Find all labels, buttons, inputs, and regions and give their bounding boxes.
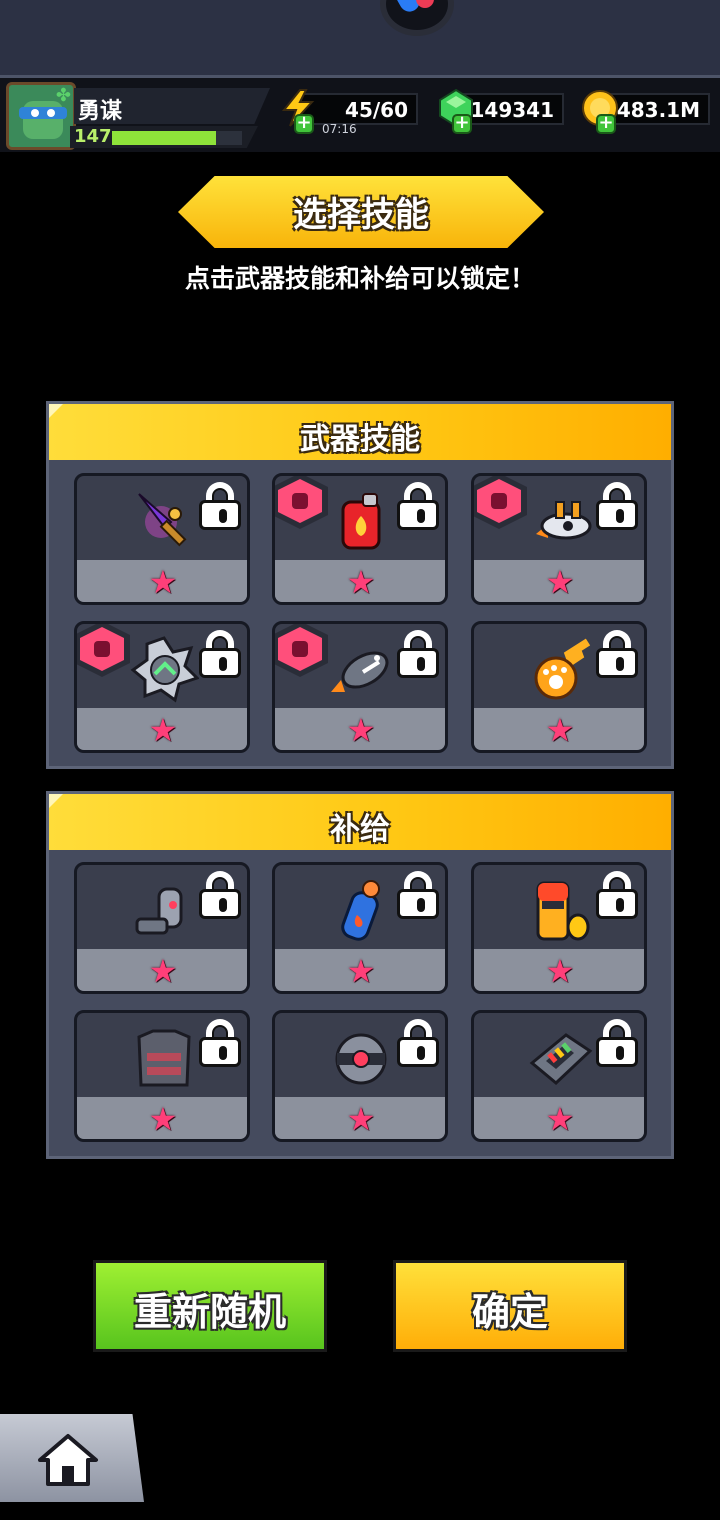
player-level: 147	[74, 126, 112, 147]
coin-value: 483.1M	[616, 98, 700, 122]
upgrade-badge-icon	[275, 624, 328, 677]
reroll-button[interactable]: 重新随机	[93, 1260, 327, 1352]
supplies-panel: 补给 ★ ★ ★ ★ ★ ★	[46, 791, 674, 1159]
upgrade-badge-icon	[275, 476, 328, 529]
supply-card[interactable]: ★	[272, 862, 448, 994]
star-icon: ★	[545, 952, 575, 990]
lock-hint-text: 点击武器技能和补给可以锁定！	[184, 264, 535, 293]
skill-card[interactable]: ★	[471, 621, 647, 753]
add-coins-button[interactable]: +	[596, 114, 616, 134]
clover-icon: ✤	[55, 85, 71, 106]
home-icon	[38, 1434, 98, 1486]
lock-icon[interactable]	[594, 871, 640, 919]
skill-card[interactable]: ★	[272, 473, 448, 605]
gem-value: 149341	[470, 98, 555, 122]
energy-cell-icon	[529, 1033, 593, 1086]
lock-icon[interactable]	[594, 482, 640, 530]
reroll-label: 重新随机	[133, 1290, 286, 1334]
energy-value: 45/60	[345, 98, 408, 122]
star-icon: ★	[346, 1100, 376, 1138]
page-title: 选择技能	[293, 195, 429, 235]
skill-card[interactable]: ★	[74, 621, 250, 753]
star-icon: ★	[346, 952, 376, 990]
drone-icon	[536, 501, 592, 540]
confirm-label: 确定	[471, 1290, 548, 1334]
lock-icon[interactable]	[197, 871, 243, 919]
star-icon: ★	[148, 1100, 178, 1138]
armor-vest-icon	[137, 1029, 191, 1087]
player-name: 勇谋	[78, 99, 123, 124]
add-gems-button[interactable]: +	[452, 114, 472, 134]
weapon-skills-header: 武器技能	[49, 404, 671, 460]
supplies-header: 补给	[49, 794, 671, 850]
supply-card[interactable]: ★	[272, 1010, 448, 1142]
star-icon: ★	[148, 711, 178, 749]
star-icon: ★	[545, 563, 575, 601]
lock-icon[interactable]	[594, 1019, 640, 1067]
lock-icon[interactable]	[395, 871, 441, 919]
supply-card[interactable]: ★	[471, 1010, 647, 1142]
lock-icon[interactable]	[395, 1019, 441, 1067]
lock-icon[interactable]	[197, 630, 243, 678]
spiked-orb-icon	[130, 636, 199, 703]
red-fuel-can-icon	[341, 493, 381, 550]
lock-icon[interactable]	[197, 1019, 243, 1067]
battery-icon	[536, 881, 590, 941]
star-icon: ★	[148, 952, 178, 990]
lock-icon[interactable]	[395, 482, 441, 530]
skill-card[interactable]: ★	[471, 473, 647, 605]
top-status-bar	[0, 0, 720, 78]
supply-card[interactable]: ★	[74, 862, 250, 994]
weapon-skills-panel: 武器技能 ★ ★ ★ ★ ★ ★	[46, 401, 674, 769]
upgrade-badge-icon	[77, 624, 130, 677]
skill-card[interactable]: ★	[74, 473, 250, 605]
confirm-button[interactable]: 确定	[393, 1260, 627, 1352]
xp-bar-fill	[112, 131, 216, 145]
star-icon: ★	[545, 711, 575, 749]
spiked-ring-icon	[335, 1033, 387, 1085]
purple-blade-icon	[138, 493, 187, 547]
supply-card[interactable]: ★	[74, 1010, 250, 1142]
weapon-skills-title: 武器技能	[300, 422, 420, 457]
star-icon: ★	[545, 1100, 575, 1138]
xp-bar	[112, 131, 242, 145]
avatar[interactable]: ✤	[6, 82, 76, 150]
blue-flask-icon	[341, 880, 380, 941]
star-icon: ★	[346, 563, 376, 601]
skill-card[interactable]: ★	[272, 621, 448, 753]
lock-icon[interactable]	[395, 630, 441, 678]
paw-meteor-icon	[534, 638, 591, 700]
lock-icon[interactable]	[197, 482, 243, 530]
lock-icon[interactable]	[594, 630, 640, 678]
add-energy-button[interactable]: +	[294, 114, 314, 134]
app-logo-icon	[380, 0, 454, 36]
home-button[interactable]	[0, 1414, 144, 1502]
upgrade-badge-icon	[474, 476, 527, 529]
star-icon: ★	[346, 711, 376, 749]
robot-arm-icon	[135, 887, 183, 935]
supplies-title: 补给	[330, 812, 390, 847]
supply-card[interactable]: ★	[471, 862, 647, 994]
shark-missile-icon	[331, 651, 389, 692]
energy-timer: 07:16	[322, 122, 357, 136]
star-icon: ★	[148, 563, 178, 601]
